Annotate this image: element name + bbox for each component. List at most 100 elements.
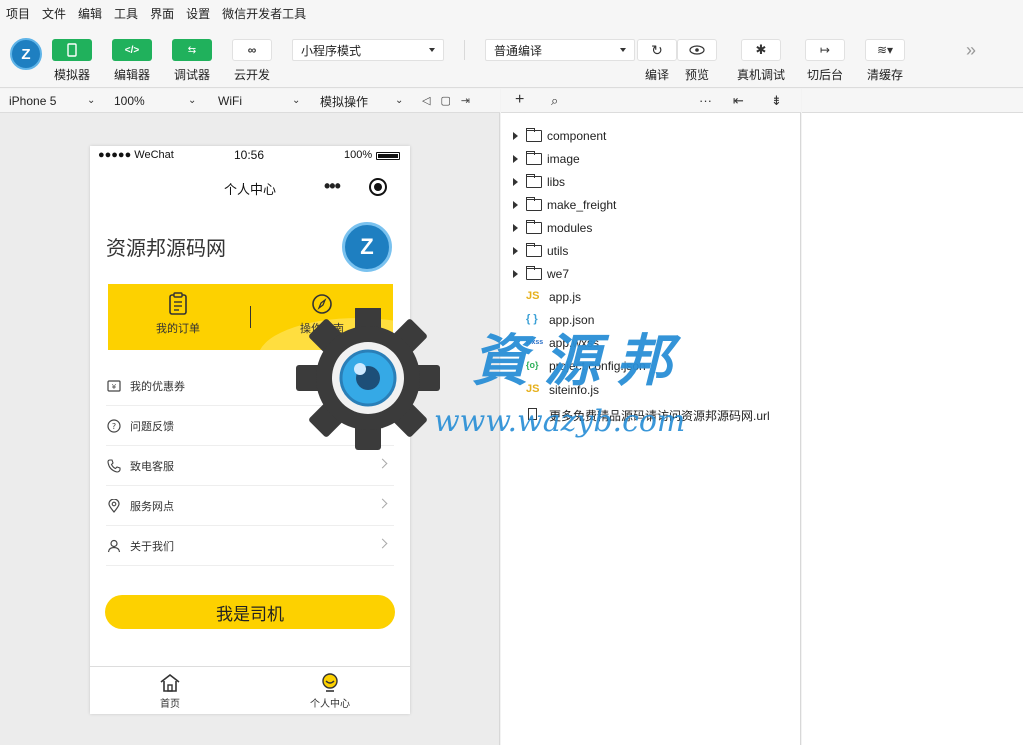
clear-cache-button[interactable]: ≋▾ — [865, 39, 905, 61]
i-am-driver-button[interactable]: 我是司机 — [105, 595, 395, 629]
network-select[interactable]: WiFi ⌄ — [218, 89, 306, 113]
network-select-value: WiFi — [218, 94, 242, 108]
folder-icon — [526, 174, 542, 188]
explorer-toolbar: + ⌕ ··· ⇤ ⇟ — [501, 89, 801, 113]
list-item-coupons[interactable]: ¥ 我的优惠券 — [106, 366, 394, 406]
tree-file-app-json[interactable]: { } app.json — [501, 309, 801, 331]
simulator-actions: ◁ ▢ ⇥ — [422, 94, 470, 107]
folder-icon — [526, 197, 542, 211]
background-switch-button[interactable]: ↦ — [805, 39, 845, 61]
my-orders-button[interactable]: 我的订单 — [118, 292, 238, 336]
menu-tools[interactable]: 工具 — [114, 5, 138, 22]
chevron-right-icon — [377, 498, 388, 509]
tree-item-label: component — [547, 129, 607, 143]
tree-folder-make-freight[interactable]: make_freight — [501, 194, 801, 216]
close-mini-program-icon[interactable] — [369, 178, 387, 196]
clipboard-icon — [169, 292, 187, 315]
zoom-select[interactable]: 100% ⌄ — [114, 89, 202, 113]
menu-settings[interactable]: 设置 — [186, 5, 210, 22]
list-item-label: 关于我们 — [130, 540, 174, 553]
list-item-service-points[interactable]: 服务网点 — [106, 486, 394, 526]
list-item-feedback[interactable]: ? 问题反馈 — [106, 406, 394, 446]
chevron-down-icon: ⌄ — [87, 95, 96, 106]
chevron-right-icon — [513, 224, 518, 232]
add-icon[interactable]: + — [515, 91, 524, 109]
operation-select[interactable]: 模拟操作 ⌄ — [320, 89, 410, 113]
tree-folder-libs[interactable]: libs — [501, 171, 801, 193]
toolbar: Z 模拟器 </> 编辑器 ⇆ 调试器 ∞ 云开发 小程序模式 普通编译 ↻ 编… — [0, 26, 1023, 88]
zoom-select-value: 100% — [114, 94, 145, 108]
editor-label: 编辑器 — [113, 68, 150, 82]
menu-project[interactable]: 项目 — [6, 5, 30, 22]
compile-button[interactable]: ↻ — [637, 39, 677, 61]
search-icon[interactable]: ⌕ — [551, 93, 558, 109]
editor-pane — [802, 89, 1023, 745]
page-title: 个人中心 — [223, 182, 276, 197]
remote-debug-label: 真机调试 — [736, 68, 785, 82]
chevron-right-icon — [377, 378, 388, 389]
guide-button[interactable]: 操作指南 — [262, 292, 382, 336]
battery-label: 100% — [344, 149, 373, 161]
cloud-dev-label: 云开发 — [233, 68, 270, 82]
more-dots-icon[interactable]: ••• — [324, 176, 341, 197]
chevron-right-icon — [377, 538, 388, 549]
simulator-panel: ●●●●● WeChat 10:56 100% 个人中心 ••• 资源邦源码网 … — [0, 113, 500, 745]
layers-icon: ≋▾ — [876, 43, 894, 57]
split-icon[interactable]: ⇟ — [771, 93, 782, 109]
menu-view[interactable]: 界面 — [150, 5, 174, 22]
phone-screen: ●●●●● WeChat 10:56 100% 个人中心 ••• 资源邦源码网 … — [90, 146, 410, 714]
tree-folder-component[interactable]: component — [501, 125, 801, 147]
list-item-about-us[interactable]: 关于我们 — [106, 526, 394, 566]
tree-folder-modules[interactable]: modules — [501, 217, 801, 239]
window-icon[interactable]: ▢ — [440, 94, 450, 107]
remote-debug-button[interactable]: ✱ — [741, 39, 781, 61]
list-item-call-service[interactable]: 致电客服 — [106, 446, 394, 486]
switch-icon: ↦ — [819, 43, 831, 57]
compile-mode-select[interactable]: 普通编译 — [485, 39, 635, 61]
tree-file-project-config[interactable]: {o} project.config.json — [501, 355, 801, 377]
tree-file-siteinfo-js[interactable]: JS siteinfo.js — [501, 379, 801, 401]
tree-item-label: utils — [547, 244, 569, 258]
avatar[interactable]: Z — [342, 222, 392, 272]
mode-select[interactable]: 小程序模式 — [292, 39, 444, 61]
tab-home[interactable]: 首页 — [130, 673, 210, 710]
menu-edit[interactable]: 编辑 — [78, 5, 102, 22]
status-bar: ●●●●● WeChat 10:56 100% — [90, 146, 410, 166]
list-item-label: 问题反馈 — [130, 420, 174, 433]
device-select[interactable]: iPhone 5 ⌄ — [9, 89, 101, 113]
editor-toggle-button[interactable]: </> — [112, 39, 152, 61]
debug-icon: ⇆ — [187, 44, 197, 56]
simulator-toggle-button[interactable] — [52, 39, 92, 61]
tree-file-url[interactable]: 更多免费精品源码请访问资源邦源码网.url — [501, 403, 801, 425]
tree-item-label: app.js — [549, 290, 582, 304]
tab-profile[interactable]: 个人中心 — [290, 673, 370, 710]
debugger-toggle-button[interactable]: ⇆ — [172, 39, 212, 61]
chevron-right-icon — [513, 178, 518, 186]
svg-text:?: ? — [112, 422, 116, 431]
chevron-right-icon — [513, 270, 518, 278]
tree-folder-utils[interactable]: utils — [501, 240, 801, 262]
tab-home-label: 首页 — [160, 699, 180, 710]
folder-icon — [526, 220, 542, 234]
preview-button[interactable] — [677, 39, 717, 61]
tree-folder-image[interactable]: image — [501, 148, 801, 170]
menu-wechat-devtools[interactable]: 微信开发者工具 — [222, 5, 306, 22]
collapse-icon[interactable]: ⇤ — [733, 93, 744, 109]
avatar[interactable]: Z — [10, 38, 42, 70]
my-orders-label: 我的订单 — [156, 323, 200, 335]
detach-icon[interactable]: ⇥ — [461, 94, 470, 107]
profile-menu-list: ¥ 我的优惠券 ? 问题反馈 致电客服 服务网点 关于我们 — [106, 366, 394, 566]
bug-icon: ✱ — [755, 42, 767, 57]
menu-file[interactable]: 文件 — [42, 5, 66, 22]
volume-icon[interactable]: ◁ — [422, 94, 430, 107]
tree-folder-we7[interactable]: we7 — [501, 263, 801, 285]
simulator-label: 模拟器 — [53, 68, 90, 82]
wxss-file-icon: wxss — [526, 339, 544, 346]
config-file-icon: {o} — [526, 360, 539, 370]
more-icon[interactable]: ··· — [699, 93, 712, 108]
chevron-down-icon: ⌄ — [292, 95, 301, 106]
cloud-dev-button[interactable]: ∞ — [232, 39, 272, 61]
tree-file-app-js[interactable]: JS app.js — [501, 286, 801, 308]
more-icon[interactable]: » — [966, 40, 976, 61]
tree-file-app-wxss[interactable]: wxss app.wxss — [501, 332, 801, 354]
